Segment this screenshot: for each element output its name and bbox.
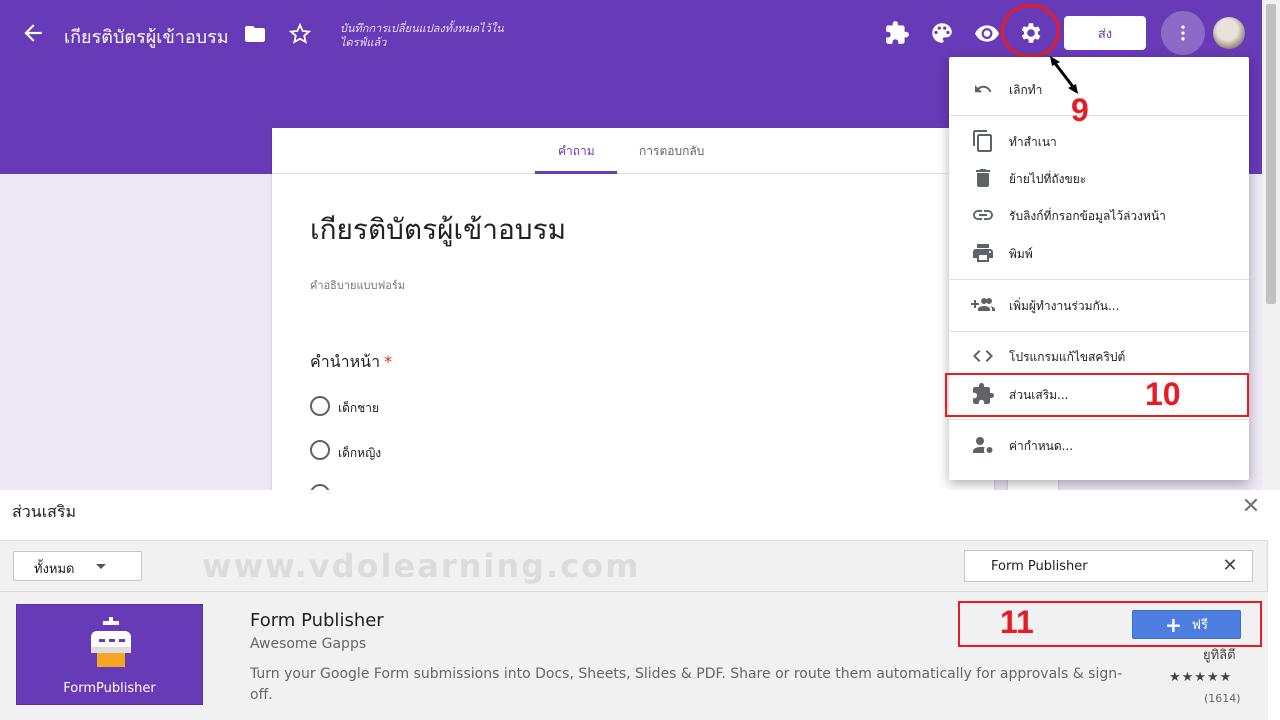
saved-status: บันทึกการเปลี่ยนแปลงทั้งหมดไว้ในไดรฟ์แล้… bbox=[340, 22, 504, 49]
trash-icon bbox=[976, 169, 990, 187]
menu-item-undo[interactable]: เลิกทำ bbox=[949, 71, 1249, 107]
menu-item-script-editor[interactable]: โปรแกรมแก้ไขสคริปต์ bbox=[949, 338, 1249, 374]
addon-list-item[interactable]: FormPublisher Form Publisher Awesome Gap… bbox=[0, 591, 1268, 720]
scrollbar-thumb[interactable] bbox=[1266, 4, 1276, 304]
folder-icon[interactable] bbox=[243, 22, 267, 46]
dialog-body: ทั้งหมด www.vdolearning.com Form Publish… bbox=[0, 540, 1268, 720]
menu-item-print[interactable]: พิมพ์ bbox=[949, 235, 1249, 271]
chevron-down-icon bbox=[96, 564, 106, 569]
palette-icon[interactable] bbox=[929, 20, 955, 46]
menu-divider bbox=[949, 419, 1249, 420]
back-arrow-icon[interactable] bbox=[20, 20, 46, 46]
menu-label-script-editor: โปรแกรมแก้ไขสคริปต์ bbox=[1009, 350, 1126, 364]
menu-label-add-collaborators: เพิ่มผู้ทำงานร่วมกัน... bbox=[1009, 299, 1120, 313]
more-options-button[interactable] bbox=[1161, 11, 1205, 55]
link-icon bbox=[973, 210, 993, 220]
menu-item-prefill-link[interactable]: รับลิงก์ที่กรอกข้อมูลไว้ล่วงหน้า bbox=[949, 197, 1249, 233]
required-mark: * bbox=[384, 352, 393, 371]
step-11-label: 11 bbox=[1000, 604, 1034, 640]
menu-divider bbox=[949, 331, 1249, 332]
form-description[interactable]: คำอธิบายแบบฟอร์ม bbox=[310, 276, 405, 294]
menu-label-copy: ทำสำเนา bbox=[1009, 135, 1057, 149]
star-icon[interactable] bbox=[288, 22, 312, 46]
form-card: คำถาม การตอบกลับ เกียรติบัตรผู้เข้าอบรม … bbox=[272, 128, 994, 504]
puzzle-icon[interactable] bbox=[884, 20, 910, 46]
tab-responses[interactable]: การตอบกลับ bbox=[639, 142, 704, 161]
gear-highlight-circle bbox=[1001, 4, 1060, 58]
addons-highlight-box bbox=[945, 373, 1249, 417]
send-button[interactable]: ส่ง bbox=[1064, 16, 1146, 50]
option-label-1: เด็กชาย bbox=[338, 401, 380, 415]
close-icon[interactable]: ✕ bbox=[1240, 496, 1262, 518]
watermark-text: www.vdolearning.com bbox=[202, 547, 641, 585]
question-title[interactable]: คำนำหน้า * bbox=[310, 350, 392, 375]
question-title-text: คำนำหน้า bbox=[310, 352, 381, 371]
more-vert-icon bbox=[1181, 25, 1185, 41]
radio-option-2[interactable] bbox=[310, 440, 330, 460]
form-tabs: คำถาม การตอบกลับ bbox=[272, 128, 994, 174]
eye-icon[interactable] bbox=[974, 20, 1000, 46]
tile-name: FormPublisher bbox=[63, 681, 156, 696]
active-tab-indicator bbox=[535, 171, 617, 174]
tab-questions[interactable]: คำถาม bbox=[558, 142, 595, 161]
addon-name[interactable]: Form Publisher bbox=[250, 610, 384, 631]
menu-label-trash: ย้ายไปที่ถังขยะ bbox=[1009, 172, 1087, 186]
addons-dialog: ส่วนเสริม ✕ ทั้งหมด www.vdolearning.com … bbox=[0, 490, 1280, 720]
form-publisher-logo-icon bbox=[91, 617, 131, 667]
avatar[interactable] bbox=[1213, 17, 1245, 49]
clear-search-icon[interactable]: ✕ bbox=[1219, 555, 1241, 577]
add-person-icon bbox=[971, 298, 995, 311]
option-label-2: เด็กหญิง bbox=[338, 446, 382, 460]
menu-item-trash[interactable]: ย้ายไปที่ถังขยะ bbox=[949, 160, 1249, 196]
menu-label-print: พิมพ์ bbox=[1009, 247, 1033, 261]
menu-label-prefill-link: รับลิงก์ที่กรอกข้อมูลไว้ล่วงหน้า bbox=[1009, 209, 1166, 223]
form-title[interactable]: เกียรติบัตรผู้เข้าอบรม bbox=[310, 208, 566, 252]
form-name[interactable]: เกียรติบัตรผู้เข้าอบรม bbox=[64, 22, 229, 51]
step-9-label: 9 bbox=[1071, 92, 1089, 128]
addon-search-input[interactable]: Form Publisher ✕ bbox=[964, 550, 1253, 582]
addon-thumbnail[interactable]: FormPublisher bbox=[16, 604, 203, 705]
menu-divider bbox=[949, 279, 1249, 280]
undo-icon bbox=[975, 85, 992, 93]
menu-item-preferences[interactable]: ค่ากำหนด... bbox=[949, 427, 1249, 463]
category-dropdown[interactable]: ทั้งหมด bbox=[13, 551, 142, 581]
person-settings-icon bbox=[973, 437, 993, 453]
print-icon bbox=[973, 244, 993, 262]
menu-item-add-collaborators[interactable]: เพิ่มผู้ทำงานร่วมกัน... bbox=[949, 287, 1249, 323]
menu-label-preferences: ค่ากำหนด... bbox=[1009, 439, 1074, 453]
review-count: (1614) bbox=[1204, 692, 1241, 705]
menu-item-copy[interactable]: ทำสำเนา bbox=[949, 123, 1249, 159]
star-rating: ★★★★★ bbox=[1169, 670, 1233, 685]
dialog-title: ส่วนเสริม bbox=[12, 502, 77, 521]
addon-developer: Awesome Gapps bbox=[250, 636, 367, 652]
radio-option-1[interactable] bbox=[310, 396, 330, 416]
category-value: ทั้งหมด bbox=[34, 562, 75, 577]
search-value: Form Publisher bbox=[991, 559, 1088, 574]
menu-divider bbox=[949, 115, 1249, 116]
code-icon bbox=[973, 350, 993, 362]
addon-category: ยูทิลิตี bbox=[1203, 648, 1236, 663]
copy-icon bbox=[973, 130, 992, 152]
addon-description: Turn your Google Form submissions into D… bbox=[250, 666, 1123, 703]
step-10-label: 10 bbox=[1145, 376, 1181, 412]
